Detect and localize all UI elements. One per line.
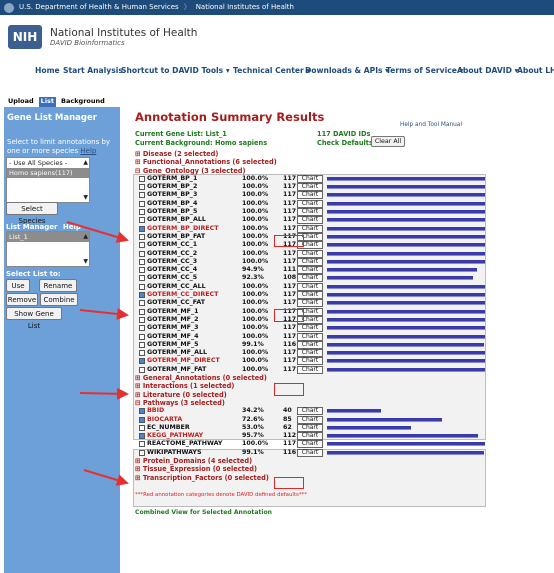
annotation-arrows-overlay: [66, 221, 129, 486]
arrow-to-bp-direct-icon: [66, 221, 129, 243]
arrow-to-cc-direct-icon: [79, 307, 129, 320]
arrow-to-kegg-icon: [83, 469, 129, 486]
arrow-to-mf-direct-icon: [79, 387, 129, 400]
